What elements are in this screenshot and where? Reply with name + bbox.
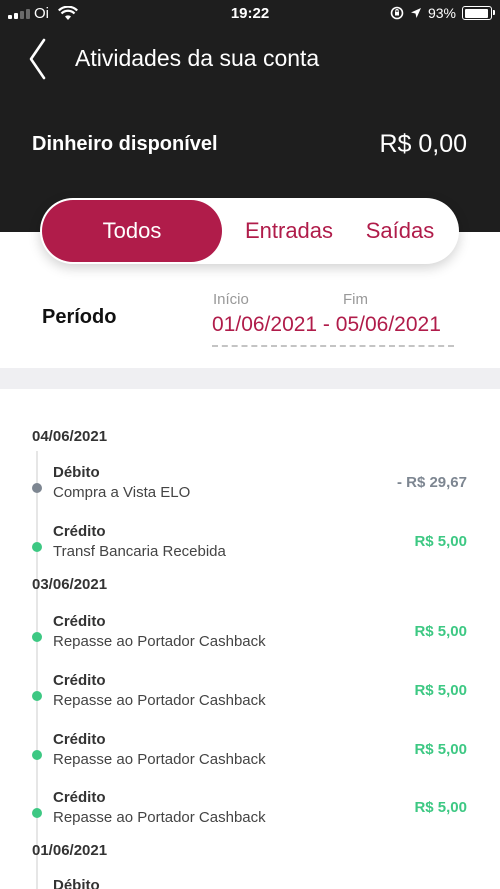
balance-label: Dinheiro disponível bbox=[32, 133, 218, 155]
transaction-description: Transf Bancaria Recebida bbox=[53, 543, 226, 560]
back-chevron-icon[interactable] bbox=[26, 36, 50, 82]
transaction-description: Repasse ao Portador Cashback bbox=[53, 809, 266, 826]
credit-dot-icon bbox=[32, 691, 42, 701]
credit-dot-icon bbox=[32, 750, 42, 760]
credit-dot-icon bbox=[32, 542, 42, 552]
end-date-label: Fim bbox=[343, 291, 368, 308]
transaction-amount: R$ 5,00 bbox=[414, 623, 467, 640]
start-date-label: Início bbox=[213, 291, 249, 308]
transaction-type: Débito bbox=[53, 877, 100, 889]
transaction-type: Crédito bbox=[53, 613, 106, 630]
date-range-picker[interactable]: 01/06/2021 - 05/06/2021 bbox=[212, 313, 441, 337]
transaction-description: Repasse ao Portador Cashback bbox=[53, 692, 266, 709]
period-label: Período bbox=[42, 306, 117, 328]
status-right: 93% bbox=[390, 5, 495, 21]
transaction-description: Compra a Vista ELO bbox=[53, 484, 191, 501]
battery-icon bbox=[462, 6, 495, 20]
transaction-type: Crédito bbox=[53, 789, 106, 806]
tab-todos[interactable]: Todos bbox=[42, 200, 222, 262]
transaction-row[interactable]: Crédito Repasse ao Portador Cashback R$ … bbox=[0, 670, 500, 720]
section-divider bbox=[0, 368, 500, 389]
credit-dot-icon bbox=[32, 632, 42, 642]
location-icon bbox=[410, 8, 421, 18]
transaction-type: Crédito bbox=[53, 672, 106, 689]
transaction-amount: - R$ 29,67 bbox=[396, 474, 467, 491]
tab-entradas[interactable]: Entradas bbox=[230, 198, 348, 264]
transaction-type: Crédito bbox=[53, 731, 106, 748]
battery-percent: 93% bbox=[427, 5, 456, 21]
transaction-row[interactable]: Débito bbox=[0, 875, 500, 889]
balance-value: R$ 0,00 bbox=[379, 130, 467, 158]
transaction-row[interactable]: Crédito Repasse ao Portador Cashback R$ … bbox=[0, 729, 500, 779]
page-title: Atividades da sua conta bbox=[75, 45, 320, 71]
transaction-type: Crédito bbox=[53, 523, 106, 540]
transaction-row[interactable]: Crédito Repasse ao Portador Cashback R$ … bbox=[0, 611, 500, 661]
filter-tabs: Todos Entradas Saídas bbox=[40, 198, 459, 264]
transaction-amount: R$ 5,00 bbox=[414, 533, 467, 550]
transaction-amount: R$ 5,00 bbox=[414, 799, 467, 816]
date-range-underline bbox=[212, 345, 454, 347]
rotation-lock-icon bbox=[390, 6, 404, 20]
debit-dot-icon bbox=[32, 483, 42, 493]
transaction-row[interactable]: Crédito Repasse ao Portador Cashback R$ … bbox=[0, 787, 500, 837]
date-header: 03/06/2021 bbox=[32, 576, 108, 593]
transaction-list: 04/06/2021 Débito Compra a Vista ELO - R… bbox=[0, 389, 500, 889]
transaction-type: Débito bbox=[53, 464, 100, 481]
transaction-row[interactable]: Crédito Transf Bancaria Recebida R$ 5,00 bbox=[0, 521, 500, 571]
transaction-amount: R$ 5,00 bbox=[414, 741, 467, 758]
transaction-description: Repasse ao Portador Cashback bbox=[53, 751, 266, 768]
credit-dot-icon bbox=[32, 808, 42, 818]
tab-saidas[interactable]: Saídas bbox=[352, 198, 448, 264]
date-header: 01/06/2021 bbox=[32, 842, 108, 859]
transaction-row[interactable]: Débito Compra a Vista ELO - R$ 29,67 bbox=[0, 462, 500, 512]
transaction-description: Repasse ao Portador Cashback bbox=[53, 633, 266, 650]
date-header: 04/06/2021 bbox=[32, 428, 108, 445]
status-bar: Oi 19:22 93% bbox=[0, 0, 500, 28]
transaction-amount: R$ 5,00 bbox=[414, 682, 467, 699]
